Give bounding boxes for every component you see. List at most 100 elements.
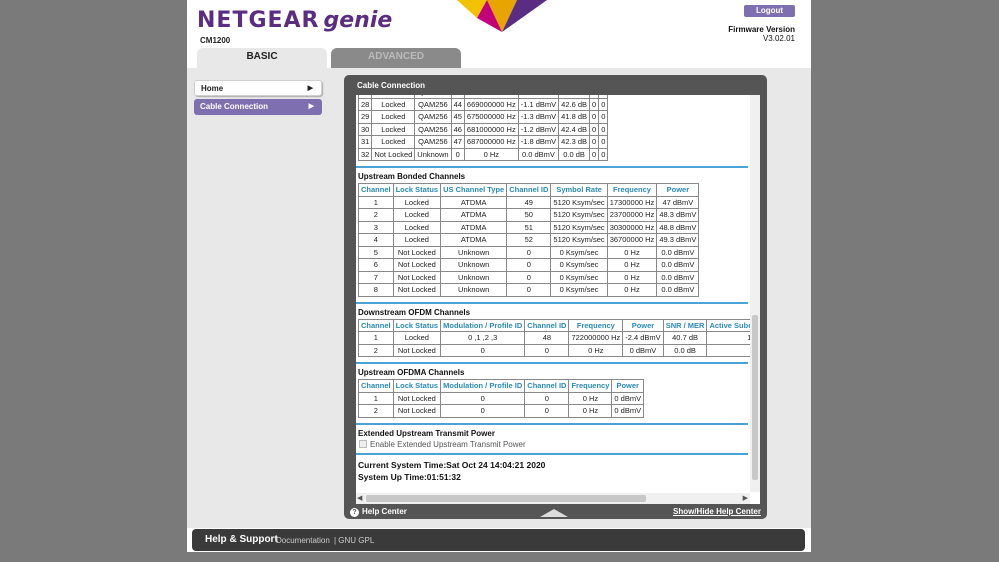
table-cell: 48: [524, 331, 570, 345]
model-name: CM1200: [200, 36, 231, 45]
table-cell: 47 dBmV: [656, 195, 700, 209]
table-cell: 0: [440, 343, 526, 357]
table-row: 1 Locked 0 ,1 ,2 ,3 48 722000000 Hz -2.4 dBmV…: [358, 331, 760, 345]
header: NETGEAR genie CM1200 Logout Firmware Vers…: [187, 0, 811, 68]
table-cell: 675000000 Hz: [463, 110, 519, 124]
table-cell: 48.8 dBmV: [656, 220, 700, 234]
decorative-shape-icon: [457, 0, 547, 32]
table-cell: 0: [440, 391, 526, 405]
table-cell: 46: [450, 122, 465, 136]
table-cell: 0 Hz: [606, 245, 658, 259]
table-cell: 0: [598, 147, 609, 161]
section-divider: [356, 301, 748, 304]
table-cell: 7: [358, 270, 394, 284]
table-cell: QAM256: [414, 135, 452, 149]
panel-content[interactable]: 27LockedQAM25643663000000 Hz-1.3 dBmV42.…: [356, 95, 760, 504]
column-header: Channel ID: [524, 379, 570, 393]
table-cell: 0: [506, 245, 552, 259]
table-cell: Unknown: [440, 283, 508, 297]
firmware-label: Firmware Version: [728, 25, 795, 34]
table-row: 4 Locked ATDMA 52 5120 Ksym/sec 36700000 Hz 49…: [358, 233, 700, 247]
table-cell: 2: [358, 343, 394, 357]
documentation-link[interactable]: Documentation: [276, 536, 330, 545]
table-cell: Not Locked: [392, 258, 442, 272]
table-cell: 5120 Ksym/sec: [550, 220, 608, 234]
table-cell: 5: [358, 245, 394, 259]
toggle-help-center-link[interactable]: Show/Hide Help Center: [673, 507, 761, 516]
chevron-right-icon: ▶: [307, 85, 313, 92]
table-cell: 669000000 Hz: [463, 97, 519, 111]
table-cell: 44: [450, 97, 465, 111]
table-cell: 2: [358, 404, 394, 418]
table-cell: 0 dBmV: [622, 343, 664, 357]
table-cell: -1.8 dBmV: [517, 135, 560, 149]
table-row: 32 Not Locked Unknown 0 0 Hz 0.0 dBmV 0.0 dB 0 0: [357, 147, 609, 161]
table-cell: 8: [358, 283, 394, 297]
table-cell: 0: [589, 122, 600, 136]
table-cell: 0.0 dB: [558, 147, 591, 161]
table-cell: QAM256: [414, 97, 452, 111]
table-cell: 0.0 dBmV: [656, 270, 700, 284]
table-cell: 0 Hz: [463, 147, 519, 161]
column-header: Modulation / Profile ID: [440, 318, 526, 332]
table-row: 7 Not Locked Unknown 0 0 Ksym/sec 0 Hz 0.0 dBm…: [358, 270, 700, 284]
horizontal-scrollbar[interactable]: ◀ ▶: [356, 493, 750, 504]
table-cell: -1.3 dBmV: [517, 110, 560, 124]
tab-advanced[interactable]: ADVANCED: [331, 48, 461, 68]
table-cell: 0 dBmV: [611, 391, 645, 405]
table-row: 31 Locked QAM256 47 687000000 Hz -1.8 dBmV 42.…: [357, 135, 609, 149]
table-cell: 0: [524, 391, 570, 405]
horizontal-scrollbar-thumb[interactable]: [366, 495, 646, 502]
table-cell: 0: [524, 404, 570, 418]
table-cell: Not Locked: [392, 343, 442, 357]
logout-button[interactable]: Logout: [744, 5, 795, 17]
product-name: genie: [323, 8, 393, 33]
table-cell: 0: [506, 270, 552, 284]
expand-up-icon[interactable]: [540, 509, 568, 517]
table-cell: 1: [358, 391, 394, 405]
table-cell: ATDMA: [440, 220, 508, 234]
tab-basic[interactable]: BASIC: [197, 48, 327, 68]
sidebar-item-cable-connection[interactable]: Cable Connection ▶: [194, 99, 322, 115]
table-cell: Locked: [392, 208, 442, 222]
page: NETGEAR genie CM1200 Logout Firmware Vers…: [187, 0, 811, 552]
column-header: Channel: [358, 183, 394, 197]
table-row: 29 Locked QAM256 45 675000000 Hz -1.3 dBmV 41.…: [357, 110, 609, 124]
sidebar-item-home[interactable]: Home ▶: [194, 80, 322, 96]
table-cell: Not Locked: [392, 270, 442, 284]
table-cell: 48.3 dBmV: [656, 208, 700, 222]
table-cell: 722000000 Hz: [568, 331, 624, 345]
scroll-left-icon[interactable]: ◀: [357, 494, 362, 502]
help-icon: ?: [350, 508, 359, 517]
table-cell: 0: [506, 258, 552, 272]
table-cell: -1.1 dBmV: [517, 97, 560, 111]
table-row: 1 Not Locked 0 0 0 Hz 0 dBmV: [358, 391, 645, 405]
table-cell: 0: [589, 135, 600, 149]
table-row: 6 Not Locked Unknown 0 0 Ksym/sec 0 Hz 0.0 dBm…: [358, 258, 700, 272]
table-cell: ATDMA: [440, 208, 508, 222]
table-cell: 36700000 Hz: [606, 233, 658, 247]
vertical-scrollbar[interactable]: [750, 95, 760, 492]
table-cell: Unknown: [414, 147, 452, 161]
scroll-right-icon[interactable]: ▶: [743, 494, 748, 502]
table-cell: Not Locked: [371, 147, 416, 161]
table-cell: QAM256: [414, 122, 452, 136]
section-divider: [356, 452, 748, 455]
panel-title: Cable Connection: [357, 81, 426, 90]
column-header: Frequency: [568, 379, 613, 393]
vertical-scrollbar-thumb[interactable]: [752, 315, 758, 480]
column-header: Symbol Rate: [550, 183, 608, 197]
extended-power-checkbox[interactable]: [359, 440, 367, 448]
help-center-link[interactable]: ? Help Center: [350, 507, 407, 517]
upstream-bonded-title: Upstream Bonded Channels: [358, 172, 466, 181]
table-cell: 0: [589, 110, 600, 124]
table-cell: 17300000 Hz: [606, 195, 658, 209]
table-cell: 0 Hz: [606, 258, 658, 272]
gnu-gpl-link[interactable]: | GNU GPL: [334, 536, 374, 545]
footer-title: Help & Support: [205, 534, 278, 545]
column-header: Modulation / Profile ID: [440, 379, 526, 393]
table-cell: 0.0 dBmV: [517, 147, 560, 161]
downstream-ofdm-title: Downstream OFDM Channels: [358, 307, 471, 317]
table-cell: 47: [450, 135, 465, 149]
table-cell: 0: [450, 147, 465, 161]
